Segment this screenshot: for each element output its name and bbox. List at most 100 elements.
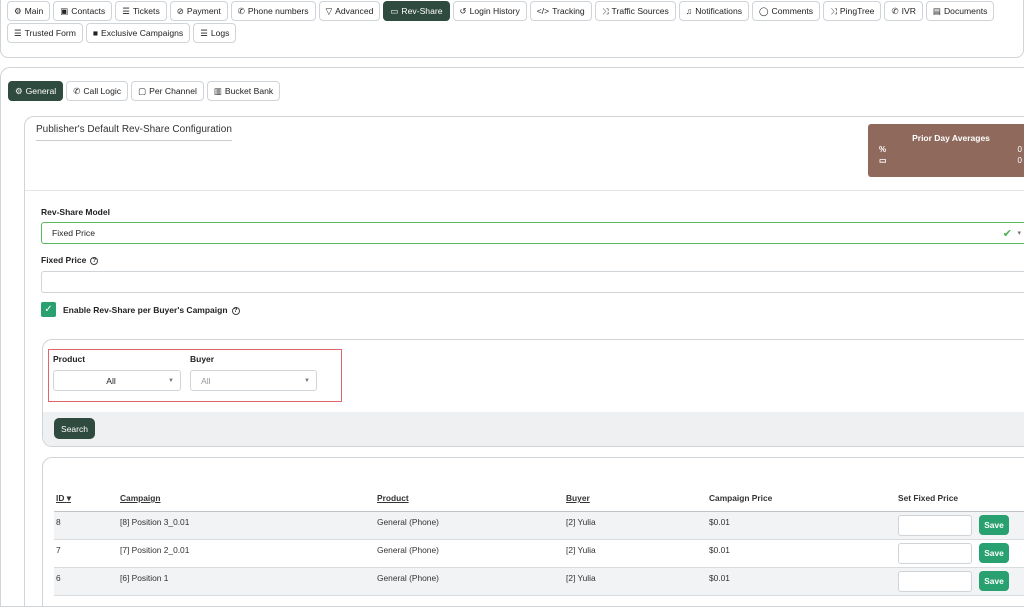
- tab-tickets[interactable]: ☰ Tickets: [115, 1, 167, 21]
- top-navigation: ⚙ Main ▣ Contacts ☰ Tickets ⊘ Payment ✆ Phone…: [0, 0, 1024, 58]
- tab-main[interactable]: ⚙ Main: [7, 1, 51, 21]
- cell-campaign-price: $0.01: [709, 545, 730, 555]
- money-icon: ▭: [879, 156, 887, 165]
- product-filter-value: All: [106, 375, 116, 386]
- set-fixed-price-input[interactable]: [898, 571, 972, 592]
- block-icon: ⊘: [176, 5, 184, 16]
- list-icon: ☰: [122, 5, 130, 16]
- enable-rev-share-checkbox[interactable]: ✓: [41, 302, 56, 317]
- prior-day-averages-box: Prior Day Averages % 0 ▭ 0: [868, 124, 1024, 177]
- filter-actions-bar: [43, 412, 1024, 446]
- subtab-call-logic[interactable]: ✆ Call Logic: [66, 81, 129, 101]
- column-header-campaign[interactable]: Campaign: [120, 493, 161, 503]
- column-header-campaign-price: Campaign Price: [709, 493, 773, 503]
- subtab-label: Bucket Bank: [224, 86, 274, 96]
- sort-down-icon: ▾: [66, 493, 71, 503]
- tab-logs[interactable]: ☰ Logs: [193, 23, 237, 43]
- list-icon: ☰: [200, 27, 208, 38]
- cell-product: General (Phone): [377, 573, 439, 583]
- tab-documents[interactable]: ▤ Documents: [925, 1, 995, 21]
- gears-icon: ⚙: [14, 5, 22, 16]
- cell-buyer: [2] Yulia: [566, 573, 596, 583]
- check-icon: ✔: [1002, 228, 1012, 240]
- cell-product: General (Phone): [377, 545, 439, 555]
- phone-icon: ✆: [73, 85, 81, 96]
- tab-label: Advanced: [335, 6, 374, 16]
- tab-trusted-form[interactable]: ☰ Trusted Form: [7, 23, 83, 43]
- help-icon[interactable]: ?: [90, 256, 99, 265]
- tab-label: Comments: [771, 6, 814, 16]
- bell-icon: ♫: [685, 5, 693, 16]
- enable-rev-share-label: Enable Rev-Share per Buyer's Campaign?: [63, 305, 240, 315]
- tab-notifications[interactable]: ♫ Notifications: [678, 1, 750, 21]
- rev-share-model-select[interactable]: Fixed Price ✔ ▾: [41, 222, 1024, 244]
- tab-label: Trusted Form: [24, 28, 76, 38]
- percent-icon: %: [879, 145, 887, 154]
- subtab-general[interactable]: ⚙ General: [8, 81, 64, 101]
- tab-label: Documents: [943, 6, 988, 16]
- prior-day-title: Prior Day Averages: [912, 133, 990, 143]
- tab-advanced[interactable]: ▽ Advanced: [318, 1, 381, 21]
- header-text: ID: [56, 493, 65, 503]
- column-header-set-fixed-price: Set Fixed Price: [898, 493, 959, 503]
- comment-icon: ◯: [759, 5, 769, 16]
- tab-label: Contacts: [71, 6, 106, 16]
- money-average-row: ▭ 0: [879, 156, 1024, 165]
- percent-average-row: % 0: [879, 145, 1024, 154]
- subtab-per-channel[interactable]: ▢ Per Channel: [131, 81, 204, 101]
- rev-share-model-label: Rev-Share Model: [41, 207, 110, 217]
- tab-label: Traffic Sources: [611, 6, 669, 16]
- column-header-buyer[interactable]: Buyer: [566, 493, 590, 503]
- enable-rev-share-label-text: Enable Rev-Share per Buyer's Campaign: [63, 305, 228, 315]
- help-icon[interactable]: ?: [231, 306, 240, 315]
- save-button[interactable]: Save: [979, 571, 1009, 591]
- chevron-down-icon: ▾: [1017, 230, 1021, 237]
- fixed-price-label-text: Fixed Price: [41, 255, 87, 265]
- buyer-filter-select[interactable]: All ▼: [190, 370, 317, 391]
- tab-ivr[interactable]: ✆ IVR: [884, 1, 923, 21]
- code-icon: </>: [536, 5, 550, 16]
- tab-pingtree[interactable]: ⤨ PingTree: [823, 1, 882, 21]
- tab-traffic-sources[interactable]: ⤨ Traffic Sources: [594, 1, 676, 21]
- phone-icon: ✆: [891, 5, 899, 16]
- tab-label: Exclusive Campaigns: [101, 28, 184, 38]
- save-button[interactable]: Save: [979, 543, 1009, 563]
- card-title: Publisher's Default Rev-Share Configurat…: [36, 124, 232, 141]
- product-filter-select[interactable]: All ▼: [53, 370, 181, 391]
- table-row: 6 [6] Position 1 General (Phone) [2] Yul…: [54, 568, 1024, 596]
- top-tabs-row-1: ⚙ Main ▣ Contacts ☰ Tickets ⊘ Payment ✆ Phone…: [7, 1, 995, 21]
- tab-tracking[interactable]: </> Tracking: [529, 1, 592, 21]
- column-header-id[interactable]: ID ▾: [56, 493, 71, 503]
- set-fixed-price-input[interactable]: [898, 543, 972, 564]
- set-fixed-price-input[interactable]: [898, 515, 972, 536]
- sub-tabs: ⚙ General ✆ Call Logic ▢ Per Channel ▥ Bucke…: [8, 81, 281, 101]
- save-button[interactable]: Save: [979, 515, 1009, 535]
- document-icon: ▤: [932, 5, 941, 16]
- bank-icon: ▥: [213, 85, 222, 96]
- tab-login-history[interactable]: ↺ Login History: [452, 1, 527, 21]
- tab-exclusive-campaigns[interactable]: ■ Exclusive Campaigns: [85, 23, 191, 43]
- fixed-price-input[interactable]: [41, 271, 1024, 293]
- tab-label: Phone numbers: [247, 6, 309, 16]
- money-icon: ▭: [390, 5, 399, 16]
- product-filter-label: Product: [53, 354, 86, 364]
- cell-buyer: [2] Yulia: [566, 517, 596, 527]
- tab-phone-numbers[interactable]: ✆ Phone numbers: [230, 1, 316, 21]
- tab-rev-share[interactable]: ▭ Rev-Share: [383, 1, 450, 21]
- tab-label: Login History: [469, 6, 520, 16]
- divider: [25, 190, 1024, 191]
- tab-comments[interactable]: ◯ Comments: [752, 1, 821, 21]
- rev-share-model-value: Fixed Price: [52, 228, 95, 238]
- cell-id: 6: [56, 573, 61, 583]
- chevron-down-icon: ▼: [168, 378, 174, 384]
- search-button[interactable]: Search: [54, 418, 95, 439]
- tab-payment[interactable]: ⊘ Payment: [169, 1, 228, 21]
- column-header-product[interactable]: Product: [377, 493, 409, 503]
- subtab-bucket-bank[interactable]: ▥ Bucket Bank: [206, 81, 281, 101]
- percent-average-value: 0: [1017, 145, 1022, 154]
- tab-label: PingTree: [839, 6, 875, 16]
- cell-campaign: [7] Position 2_0.01: [120, 545, 190, 555]
- tab-label: Main: [24, 6, 44, 16]
- tab-contacts[interactable]: ▣ Contacts: [53, 1, 113, 21]
- subtab-label: Call Logic: [83, 86, 122, 96]
